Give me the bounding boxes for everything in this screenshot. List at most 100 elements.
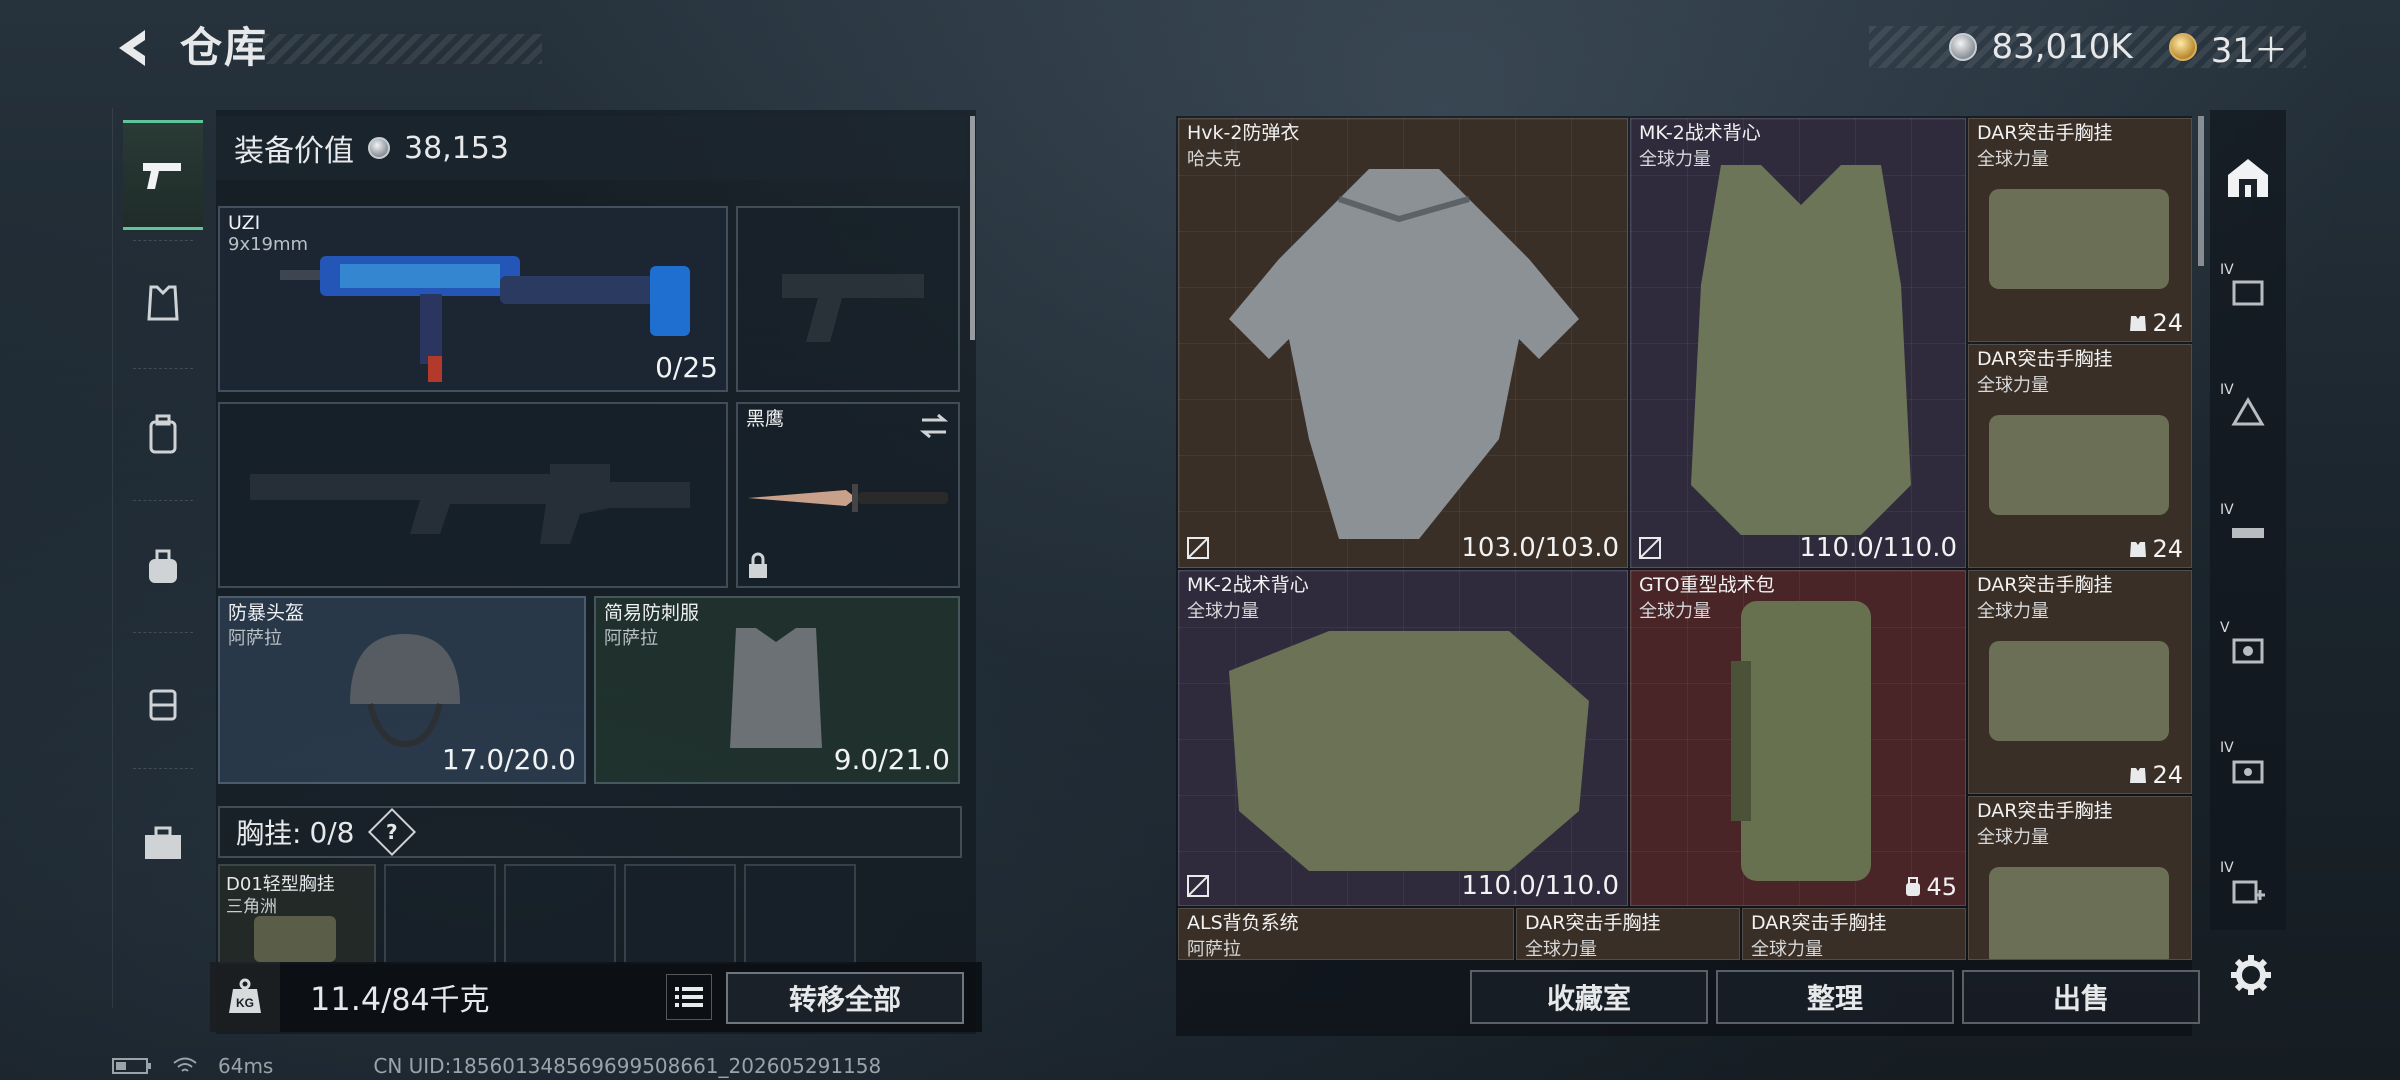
nav-backpack[interactable] <box>123 380 203 490</box>
helmet-name: 防暴头盔 <box>228 602 305 624</box>
storage-item[interactable]: MK-2战术背心 全球力量 110.0/110.0 <box>1178 570 1628 906</box>
storage-item[interactable]: MK-2战术背心 全球力量 110.0/110.0 <box>1630 118 1966 568</box>
nav-case[interactable] <box>123 648 203 758</box>
filter-tier-4[interactable]: IV <box>2218 262 2278 322</box>
storage-item[interactable]: Hvk-2防弹衣 哈夫克 103.0/103.0 <box>1178 118 1628 568</box>
rig-slot-empty[interactable] <box>504 864 616 964</box>
item-brand: 全球力量 <box>1639 149 1711 170</box>
chest-rig-slot[interactable]: D01轻型胸挂 三角洲 <box>218 864 376 964</box>
storage-filter-nav: IV IV IV V IV IV <box>2210 110 2286 930</box>
primary-weapon-slot[interactable]: UZI 9x19mm 0/25 <box>218 206 728 392</box>
chest-rig-label: 胸挂: <box>236 817 302 850</box>
silver-balance: 83,010K <box>1991 27 2133 67</box>
rig-slot-empty[interactable] <box>384 864 496 964</box>
rig-slot-empty[interactable] <box>624 864 736 964</box>
no-repair-icon <box>1187 537 1209 559</box>
slot-count: 24 <box>2128 309 2183 337</box>
sort-button[interactable]: 整理 <box>1716 970 1954 1024</box>
back-arrow-icon <box>119 30 145 66</box>
storage-item[interactable]: DAR突击手胸挂 全球力量 24 <box>1968 570 2192 794</box>
nav-safebox[interactable] <box>123 788 203 898</box>
uzi-image <box>280 256 690 382</box>
equip-value-bar: 装备价值 38,153 <box>216 116 966 180</box>
transfer-all-button[interactable]: 转移全部 <box>726 972 964 1024</box>
armor-slot[interactable]: 简易防刺服 阿萨拉 9.0/21.0 <box>594 596 960 784</box>
loadout-scrollbar[interactable] <box>970 116 975 340</box>
filter-icon <box>2232 280 2264 306</box>
item-name: DAR突击手胸挂 <box>1977 574 2113 596</box>
gold-balance: 31＋ <box>2210 30 2288 71</box>
collection-room-button[interactable]: 收藏室 <box>1470 970 1708 1024</box>
secondary-weapon-slot[interactable] <box>736 206 960 392</box>
storage-item[interactable]: DAR突击手胸挂 全球力量 <box>1968 796 2192 960</box>
filter-tier-4[interactable]: IV <box>2218 382 2278 442</box>
user-uid: CN UID:18560134856969950866​1_2026052911… <box>373 1054 882 1078</box>
vest-image <box>1229 631 1589 871</box>
filter-tier-4[interactable]: IV <box>2218 860 2278 920</box>
gear-icon <box>2231 955 2271 995</box>
list-view-button[interactable] <box>666 974 712 1020</box>
toolbox-icon <box>145 826 181 859</box>
filter-tier-5[interactable]: V <box>2218 620 2278 680</box>
storage-item[interactable]: DAR突击手胸挂 全球力量 24 <box>1968 344 2192 568</box>
status-footer: 64ms CN UID:18560134856969950866​1_20260… <box>112 1054 881 1078</box>
battery-icon <box>112 1058 151 1074</box>
pistol-silhouette-icon <box>782 274 924 342</box>
armor-image <box>1229 169 1579 539</box>
filter-icon <box>2232 760 2264 784</box>
filter-tier-4[interactable]: IV <box>2218 740 2278 800</box>
armor-brand: 阿萨拉 <box>604 628 658 649</box>
nav-armor[interactable] <box>123 248 203 358</box>
filter-all[interactable] <box>2218 148 2278 208</box>
storage-item[interactable]: DAR突击手胸挂 全球力量 24 <box>1968 118 2192 342</box>
item-brand: 哈夫克 <box>1187 149 1241 170</box>
helmet-slot[interactable]: 防暴头盔 阿萨拉 17.0/20.0 <box>218 596 586 784</box>
item-brand: 阿萨拉 <box>1187 939 1241 960</box>
storage-item[interactable]: DAR突击手胸挂 全球力量 <box>1516 908 1740 960</box>
weight-readout: 11.4/84千克 <box>310 975 490 1019</box>
filter-icon <box>2232 638 2264 664</box>
item-brand: 全球力量 <box>1525 939 1597 960</box>
rig-slot-empty[interactable] <box>744 864 856 964</box>
nav-weapons[interactable] <box>123 120 203 230</box>
nav-pouch[interactable] <box>123 512 203 622</box>
storage-item[interactable]: DAR突击手胸挂 全球力量 <box>1742 908 1966 960</box>
slot-count: 24 <box>2128 535 2183 563</box>
item-brand: 全球力量 <box>1977 149 2049 170</box>
filter-tier-4[interactable]: IV <box>2218 502 2278 562</box>
home-storage-icon <box>2228 159 2268 197</box>
rig-image <box>1989 867 2169 959</box>
item-durability: 110.0/110.0 <box>1799 533 1957 563</box>
item-name: DAR突击手胸挂 <box>1751 912 1887 934</box>
title-decoration <box>262 34 542 64</box>
second-primary-slot[interactable] <box>218 402 728 588</box>
storage-actions: 收藏室 整理 出售 <box>1470 970 2200 1024</box>
settings-button[interactable] <box>2226 950 2276 1000</box>
backpack-icon <box>149 414 177 454</box>
filter-icon <box>2231 397 2265 426</box>
swap-icon <box>919 413 949 439</box>
melee-slot[interactable]: 黑鹰 <box>736 402 960 588</box>
filter-icon <box>2232 528 2264 538</box>
rig-image <box>1989 415 2169 515</box>
list-icon <box>675 987 703 1007</box>
capacity-count: 45 <box>1904 873 1957 901</box>
item-brand: 全球力量 <box>1977 375 2049 396</box>
weight-bar: KG 11.4/84千克 转移全部 <box>210 962 982 1032</box>
item-name: MK-2战术背心 <box>1187 574 1309 596</box>
currency-bar: 83,010K 31＋ <box>1869 26 2306 71</box>
storage-item[interactable]: ALS背负系统 阿萨拉 <box>1178 908 1514 960</box>
item-brand: 全球力量 <box>1977 601 2049 622</box>
help-icon[interactable]: ? <box>367 807 416 857</box>
storage-scrollbar[interactable] <box>2198 116 2204 266</box>
item-brand: 全球力量 <box>1751 939 1823 960</box>
helmet-brand: 阿萨拉 <box>228 628 282 649</box>
weapon-name: UZI <box>228 212 261 234</box>
sell-button[interactable]: 出售 <box>1962 970 2200 1024</box>
back-button[interactable] <box>108 22 158 74</box>
item-name: GTO重型战术包 <box>1639 574 1775 596</box>
storage-item[interactable]: GTO重型战术包 全球力量 45 <box>1630 570 1966 906</box>
capacity-icon <box>2130 542 2147 557</box>
item-name: Hvk-2防弹衣 <box>1187 122 1300 144</box>
equip-value: 38,153 <box>404 130 509 166</box>
